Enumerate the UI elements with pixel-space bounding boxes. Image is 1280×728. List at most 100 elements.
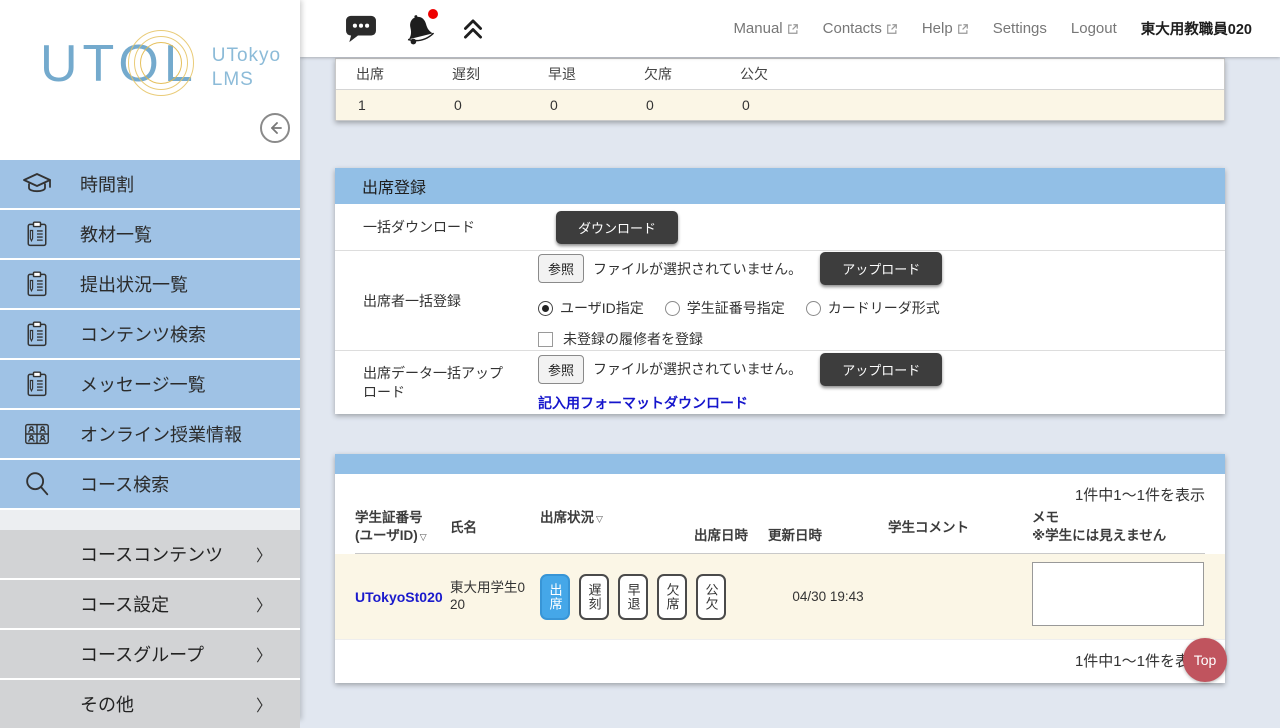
format-download-link[interactable]: 記入用フォーマットダウンロード [538, 393, 748, 413]
scroll-to-top-button[interactable]: Top [1183, 638, 1227, 682]
search-icon [20, 469, 54, 499]
sidebar-spacer [0, 510, 300, 530]
topbar-links: Manual Contacts Help Settings Logout 東大用… [733, 18, 1252, 39]
sidebar-group-course-settings[interactable]: コース設定 〉 [0, 580, 300, 628]
clipboard-icon [20, 220, 54, 248]
notification-bell-icon[interactable] [402, 13, 436, 45]
status-button-group: 出席 遅刻 早退 欠席 公欠 [540, 574, 694, 620]
chevron-right-icon: 〉 [256, 592, 272, 616]
chevron-right-icon: 〉 [256, 642, 272, 666]
col-header-name: 氏名 [450, 519, 540, 553]
sidebar-item-materials[interactable]: 教材一覧 [0, 210, 300, 258]
attendee-bulk-label: 出席者一括登録 [335, 251, 538, 350]
summary-col-header: 公欠 [720, 59, 816, 89]
settings-link[interactable]: Settings [993, 20, 1047, 37]
col-header-student-id[interactable]: 学生証番号 (ユーザID)▽ [355, 509, 450, 553]
summary-value: 0 [624, 90, 720, 120]
radio-user-id-label[interactable]: ユーザID指定 [560, 298, 644, 318]
notification-dot [428, 9, 438, 19]
external-link-icon [886, 23, 898, 35]
sidebar-item-label: 時間割 [80, 171, 134, 197]
student-name: 東大用学生020 [450, 580, 540, 614]
student-row: UTokyoSt020 東大用学生020 出席 遅刻 早退 欠席 公欠 04/3… [335, 554, 1225, 639]
sidebar-item-messages[interactable]: メッセージ一覧 [0, 360, 300, 408]
summary-col-header: 早退 [528, 59, 624, 89]
student-attendance-table: 1件中1〜1件を表示 学生証番号 (ユーザID)▽ 氏名 出席状況▽ 出席日時 … [335, 454, 1225, 683]
status-absent-button[interactable]: 欠席 [657, 574, 687, 620]
summary-value: 1 [336, 90, 432, 120]
radio-student-card-number-label[interactable]: 学生証番号指定 [687, 298, 785, 318]
register-unenrolled-checkbox[interactable] [538, 332, 553, 347]
radio-user-id[interactable] [538, 301, 553, 316]
summary-value: 0 [432, 90, 528, 120]
topbar-icons [344, 13, 486, 45]
browse-button[interactable]: 参照 [538, 355, 584, 384]
data-bulk-upload-row: 出席データ一括アップロード 参照 ファイルが選択されていません。 アップロード … [335, 351, 1225, 414]
summary-col-header: 欠席 [624, 59, 720, 89]
update-datetime: 04/30 19:43 [768, 589, 888, 604]
col-header-memo: メモ ※学生には見えません [1032, 509, 1205, 553]
no-file-selected-text: ファイルが選択されていません。 [593, 259, 802, 279]
display-count-bottom: 1件中1〜1件を表示 [335, 639, 1225, 683]
status-excused-button[interactable]: 公欠 [696, 574, 726, 620]
clipboard-icon [20, 370, 54, 398]
summary-header-row: 出席 遅刻 早退 欠席 公欠 [336, 59, 1224, 90]
radio-student-card-number[interactable] [665, 301, 680, 316]
summary-value-row: 1 0 0 0 0 [336, 90, 1224, 120]
people-grid-icon [20, 419, 54, 449]
download-button[interactable]: ダウンロード [556, 211, 678, 244]
contacts-link[interactable]: Contacts [823, 20, 898, 37]
sidebar-item-course-search[interactable]: コース検索 [0, 460, 300, 508]
sidebar-menu: 時間割 教材一覧 提出状況一覧 コンテンツ検索 メッセージ一覧 [0, 160, 300, 508]
sort-icon: ▽ [596, 514, 603, 524]
bulk-download-label: 一括ダウンロード [335, 204, 538, 250]
col-header-status[interactable]: 出席状況▽ [540, 509, 694, 553]
sidebar-item-label: コンテンツ検索 [80, 321, 206, 347]
sidebar-item-label: 提出状況一覧 [80, 271, 188, 297]
graduation-cap-icon [20, 168, 54, 200]
sidebar-item-label: コース検索 [80, 471, 169, 497]
collapse-up-icon[interactable] [460, 16, 486, 42]
status-present-button[interactable]: 出席 [540, 574, 570, 620]
register-unenrolled-label[interactable]: 未登録の履修者を登録 [563, 329, 703, 349]
bulk-download-row: 一括ダウンロード ダウンロード [335, 204, 1225, 251]
sidebar-item-timetable[interactable]: 時間割 [0, 160, 300, 208]
topbar: Manual Contacts Help Settings Logout 東大用… [300, 0, 1280, 57]
manual-link[interactable]: Manual [733, 20, 798, 37]
help-link[interactable]: Help [922, 20, 969, 37]
logout-link[interactable]: Logout [1071, 20, 1117, 37]
main-content: 出席 遅刻 早退 欠席 公欠 1 0 0 0 0 出席登録 一括ダウンロード ダ… [300, 57, 1280, 720]
sidebar-group-course-group[interactable]: コースグループ 〉 [0, 630, 300, 678]
browse-button[interactable]: 参照 [538, 254, 584, 283]
sidebar-item-online-class-info[interactable]: オンライン授業情報 [0, 410, 300, 458]
message-icon[interactable] [344, 14, 378, 43]
status-early-leave-button[interactable]: 早退 [618, 574, 648, 620]
table-header-section: 1件中1〜1件を表示 学生証番号 (ユーザID)▽ 氏名 出席状況▽ 出席日時 … [335, 474, 1225, 554]
sidebar-item-label: 教材一覧 [80, 221, 152, 247]
data-bulk-upload-label: 出席データ一括アップロード [335, 351, 538, 414]
sidebar-group-menu: コースコンテンツ 〉 コース設定 〉 コースグループ 〉 その他 〉 [0, 530, 300, 728]
logo-word: UTOL [40, 38, 198, 90]
upload-button[interactable]: アップロード [820, 252, 942, 285]
upload-button[interactable]: アップロード [820, 353, 942, 386]
clipboard-icon [20, 320, 54, 348]
logo-subtitle: UTokyo LMS [212, 44, 281, 92]
memo-textarea[interactable] [1032, 562, 1204, 626]
logo-area: UTOL UTokyo LMS [0, 0, 300, 160]
logo-rings-decoration [128, 30, 194, 96]
radio-card-reader-label[interactable]: カードリーダ形式 [828, 298, 940, 318]
back-arrow-icon [267, 120, 283, 136]
sidebar-group-course-contents[interactable]: コースコンテンツ 〉 [0, 530, 300, 578]
sidebar-group-others[interactable]: その他 〉 [0, 680, 300, 728]
radio-card-reader[interactable] [806, 301, 821, 316]
student-id-link[interactable]: UTokyoSt020 [355, 589, 450, 605]
sidebar-collapse-button[interactable] [260, 113, 290, 143]
status-late-button[interactable]: 遅刻 [579, 574, 609, 620]
display-count-top: 1件中1〜1件を表示 [355, 484, 1205, 505]
external-link-icon [787, 23, 799, 35]
sidebar-item-label: オンライン授業情報 [80, 421, 242, 447]
table-top-bar [335, 454, 1225, 474]
sidebar-item-content-search[interactable]: コンテンツ検索 [0, 310, 300, 358]
summary-value: 0 [528, 90, 624, 120]
sidebar-item-submission-status[interactable]: 提出状況一覧 [0, 260, 300, 308]
